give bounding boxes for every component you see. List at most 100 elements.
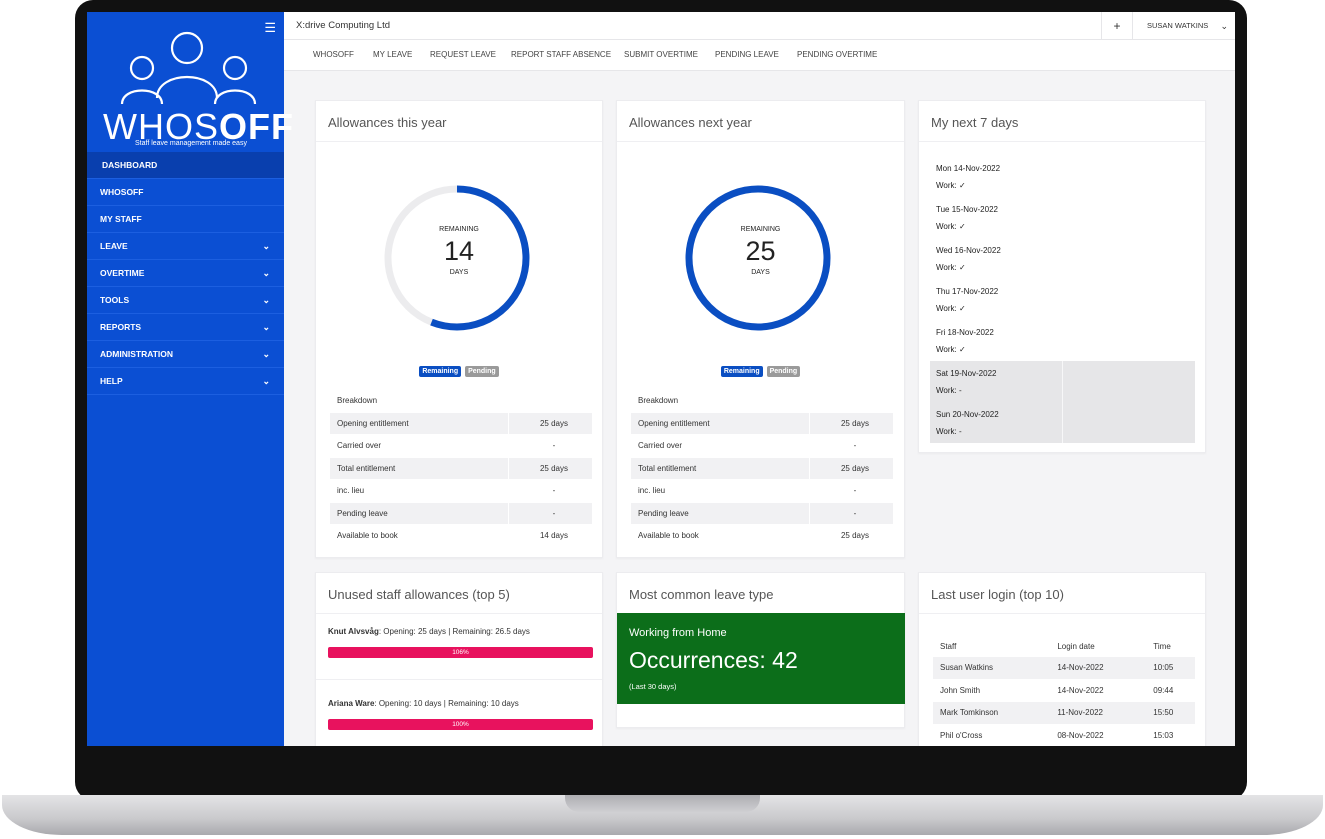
allowances-next-year-card: Allowances next year REMAINING 25 DAYS R…: [616, 100, 905, 558]
row-label: Total entitlement: [330, 457, 508, 479]
row-value: 25 days: [508, 457, 592, 479]
divider: [316, 141, 602, 142]
sidebar-item-label: OVERTIME: [100, 268, 145, 278]
sidebar-item-label: TOOLS: [100, 295, 130, 305]
donut-value: 25: [745, 236, 776, 266]
allowance-progress-bar: 100%: [328, 719, 593, 730]
sidebar-item-my-staff[interactable]: MY STAFF: [87, 206, 284, 233]
staff-name: Ariana Ware: [328, 699, 375, 708]
cell: 10:05: [1146, 657, 1195, 679]
sidebar: ☰ WHOSOFF Staff leave management made ea…: [87, 12, 293, 746]
tab-request-leave[interactable]: REQUEST LEAVE: [430, 50, 496, 59]
row-value: -: [809, 435, 893, 457]
row-label: Opening entitlement: [631, 412, 809, 434]
card-title: Last user login (top 10): [931, 587, 1064, 602]
donut-remaining-label: REMAINING: [740, 226, 781, 233]
table-row: Carried over -: [631, 435, 893, 457]
sidebar-item-help[interactable]: HELP ⌄: [87, 368, 284, 395]
cell: John Smith: [940, 685, 981, 695]
day-work-status: Work: ✓: [936, 345, 966, 354]
sidebar-item-label: HELP: [100, 376, 123, 386]
day-date: Mon 14-Nov-2022: [936, 164, 1001, 173]
tab-whosoff[interactable]: WHOSOFF: [313, 50, 354, 59]
allowance-detail: : Opening: 25 days | Remaining: 26.5 day…: [378, 627, 530, 636]
sidebar-item-label: REPORTS: [100, 322, 142, 332]
sidebar-nav: DASHBOARD WHOSOFF MY STAFF LEAVE ⌄ OVERTI…: [87, 152, 284, 395]
row-label: inc. lieu: [638, 486, 666, 496]
tab-report-staff-absence[interactable]: REPORT STAFF ABSENCE: [511, 50, 611, 59]
row-label: Pending leave: [631, 502, 809, 524]
sidebar-item-label: ADMINISTRATION: [100, 349, 174, 359]
cell: Mark Tomkinson: [933, 702, 1051, 724]
column-header: Staff: [940, 641, 957, 651]
card-title: Most common leave type: [629, 587, 774, 602]
day-work-status: Work: ✓: [936, 263, 966, 272]
table-row: Opening entitlement 25 days: [330, 412, 592, 434]
add-button[interactable]: +: [1101, 12, 1133, 40]
cell: Susan Watkins: [933, 657, 1051, 679]
table-row: Opening entitlement 25 days: [631, 412, 893, 434]
divider: [316, 679, 602, 680]
divider: [1062, 361, 1063, 402]
list-item: Ariana Ware: Opening: 10 days | Remainin…: [328, 699, 593, 730]
donut-value: 14: [443, 236, 475, 266]
table-row: John Smith 14-Nov-2022 09:44: [933, 680, 1195, 702]
breakdown-label: Breakdown: [337, 396, 378, 406]
row-label: Total entitlement: [631, 457, 809, 479]
tab-bar: WHOSOFF MY LEAVE REQUEST LEAVE REPORT ST…: [284, 40, 1235, 71]
chevron-down-icon: ⌄: [262, 376, 270, 386]
company-name: X:drive Computing Ltd: [296, 20, 390, 31]
sidebar-item-reports[interactable]: REPORTS ⌄: [87, 314, 284, 341]
badge-remaining: Remaining: [419, 366, 462, 377]
tab-pending-overtime[interactable]: PENDING OVERTIME: [797, 50, 877, 59]
tab-submit-overtime[interactable]: SUBMIT OVERTIME: [624, 50, 698, 59]
day-work-status: Work: ✓: [936, 222, 966, 231]
donut-legend: Remaining Pending: [617, 366, 904, 377]
card-title: Allowances next year: [629, 115, 752, 130]
cell: 15:03: [1153, 730, 1174, 740]
badge-remaining: Remaining: [720, 366, 763, 377]
day-work-status: Work: -: [936, 386, 962, 395]
day-work-status: Work: ✓: [936, 304, 966, 313]
period-note: (Last 30 days): [629, 682, 677, 691]
sidebar-item-overtime[interactable]: OVERTIME ⌄: [87, 260, 284, 287]
donut-unit: DAYS: [449, 269, 469, 276]
sidebar-item-leave[interactable]: LEAVE ⌄: [87, 233, 284, 260]
sidebar-item-dashboard[interactable]: DASHBOARD: [87, 152, 284, 179]
people-logo-icon: [120, 31, 257, 105]
breakdown-table: Breakdown Opening entitlement 25 days Car…: [330, 389, 592, 548]
table-row: Susan Watkins 14-Nov-2022 10:05: [933, 657, 1195, 679]
chevron-down-icon: ⌄: [262, 349, 270, 359]
day-entry: Fri 18-Nov-2022 Work: ✓: [930, 320, 1195, 361]
divider: [1062, 402, 1063, 443]
chevron-down-icon: ⌄: [262, 241, 270, 251]
table-row: Available to book 25 days: [631, 525, 893, 547]
row-label: inc. lieu: [337, 486, 365, 496]
logo[interactable]: WHOSOFF Staff leave management made easy: [87, 26, 293, 156]
leave-type-name: Working from Home: [629, 627, 727, 639]
divider: [919, 141, 1205, 142]
donut-remaining-label: REMAINING: [439, 226, 479, 233]
user-menu[interactable]: SUSAN WATKINS ⌄: [1133, 12, 1235, 40]
day-date: Sat 19-Nov-2022: [936, 369, 997, 378]
row-label: Carried over: [638, 441, 683, 451]
chevron-down-icon: ⌄: [262, 268, 270, 278]
cell: Phil o'Cross: [940, 730, 983, 740]
unused-allowances-card: Unused staff allowances (top 5) Knut Alv…: [315, 572, 603, 746]
cell: 14-Nov-2022: [1057, 685, 1104, 695]
allowances-this-year-card: Allowances this year REMAINING 14 DAYS R…: [315, 100, 603, 558]
last-login-card: Last user login (top 10) Staff Login dat…: [918, 572, 1206, 746]
top-bar: X:drive Computing Ltd + SUSAN WATKINS ⌄: [284, 12, 1235, 40]
logo-tagline: Staff leave management made easy: [135, 140, 247, 147]
tab-my-leave[interactable]: MY LEAVE: [373, 50, 412, 59]
tab-pending-leave[interactable]: PENDING LEAVE: [715, 50, 779, 59]
sidebar-item-tools[interactable]: TOOLS ⌄: [87, 287, 284, 314]
sidebar-item-administration[interactable]: ADMINISTRATION ⌄: [87, 341, 284, 368]
day-date: Thu 17-Nov-2022: [936, 287, 999, 296]
day-entry: Mon 14-Nov-2022 Work: ✓: [930, 156, 1195, 197]
row-label: Pending leave: [330, 502, 508, 524]
row-value: 25 days: [508, 412, 592, 434]
table-row: Breakdown: [631, 390, 893, 412]
sidebar-item-whosoff[interactable]: WHOSOFF: [87, 179, 284, 206]
allowance-detail: : Opening: 10 days | Remaining: 10 days: [374, 699, 519, 708]
